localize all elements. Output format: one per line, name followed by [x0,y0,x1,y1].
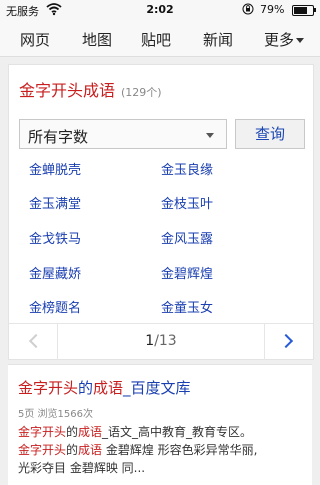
nav-tab-news[interactable]: 新闻 [203,29,233,50]
snippet-text: 金碧辉煌 形容色彩异常华丽, [102,443,258,457]
orientation-lock-icon [242,3,254,15]
battery-icon [292,5,314,16]
idiom-link[interactable]: 金蝉脱壳 [29,159,81,178]
status-bar: 无服务 2:02 79% [0,0,320,20]
nav-tab-map[interactable]: 地图 [82,29,112,50]
idiom-link[interactable]: 金戈铁马 [29,228,81,247]
nav-tab-web[interactable]: 网页 [20,29,50,50]
idiom-link[interactable]: 金玉良缘 [161,159,213,178]
result-snippet-line: 光彩夺目 金碧辉映 同... [18,461,146,475]
search-result: 金字开头的成语_百度文库 5页 浏览1566次 金字开头的成语_语文_高中教育_… [8,364,312,485]
snippet-text: 的 [66,443,79,457]
pager: 1/13 [9,323,313,360]
title-highlight: 成语 [93,379,124,397]
idiom-link[interactable]: 金枝玉叶 [161,193,213,212]
top-nav: 网页 地图 贴吧 新闻 更多 [0,20,320,57]
snippet-highlight: 成语 [78,425,103,439]
nav-tab-tieba[interactable]: 贴吧 [141,29,171,50]
idiom-link[interactable]: 金碧辉煌 [161,263,213,282]
result-title-link[interactable]: 金字开头的成语_百度文库 [18,377,191,398]
battery-tip [314,8,316,12]
result-snippet-line: 金字开头的成语 金碧辉煌 形容色彩异常华丽, [18,441,258,458]
result-meta: 5页 浏览1566次 [18,409,93,420]
idiom-link[interactable]: 金榜题名 [29,297,81,316]
chevron-down-icon [206,133,214,138]
page-current: 1 [145,333,155,349]
next-page-button[interactable] [264,324,313,360]
idiom-card: 金字开头成语 (129个) 所有字数 查询 金蝉脱壳 金玉良缘 金玉满堂 金枝玉叶… [8,64,314,360]
snippet-highlight: 成语 [78,443,103,457]
title-text: 的 [78,379,94,397]
idiom-card-title-text: 金字开头成语 [19,81,116,100]
word-length-select[interactable]: 所有字数 [19,119,227,149]
snippet-highlight: 金字开头 [18,443,67,457]
nav-more-label: 更多 [264,31,295,49]
idiom-link[interactable]: 金童玉女 [161,297,213,316]
snippet-highlight: 金字开头 [18,425,67,439]
result-snippet-line: 金字开头的成语_语文_高中教育_教育专区。 [18,423,252,440]
select-value: 所有字数 [28,128,89,146]
idiom-link[interactable]: 金玉满堂 [29,193,81,212]
idiom-count: (129个) [121,86,162,99]
chevron-down-icon [296,38,305,43]
nav-tab-more[interactable]: 更多 [264,29,305,50]
title-text: _百度文库 [123,379,191,397]
idiom-card-title[interactable]: 金字开头成语 (129个) [19,77,162,101]
snippet-text: _语文_高中教育_教育专区。 [102,425,253,439]
battery-percent: 79% [260,3,285,16]
title-highlight: 金字开头 [18,379,79,397]
page-total: /13 [154,333,177,349]
idiom-link[interactable]: 金屋藏娇 [29,263,81,282]
chevron-right-icon [278,333,294,349]
snippet-text: 的 [66,425,79,439]
query-button[interactable]: 查询 [235,119,305,149]
idiom-link[interactable]: 金风玉露 [161,228,213,247]
battery-level-fill [294,7,307,14]
